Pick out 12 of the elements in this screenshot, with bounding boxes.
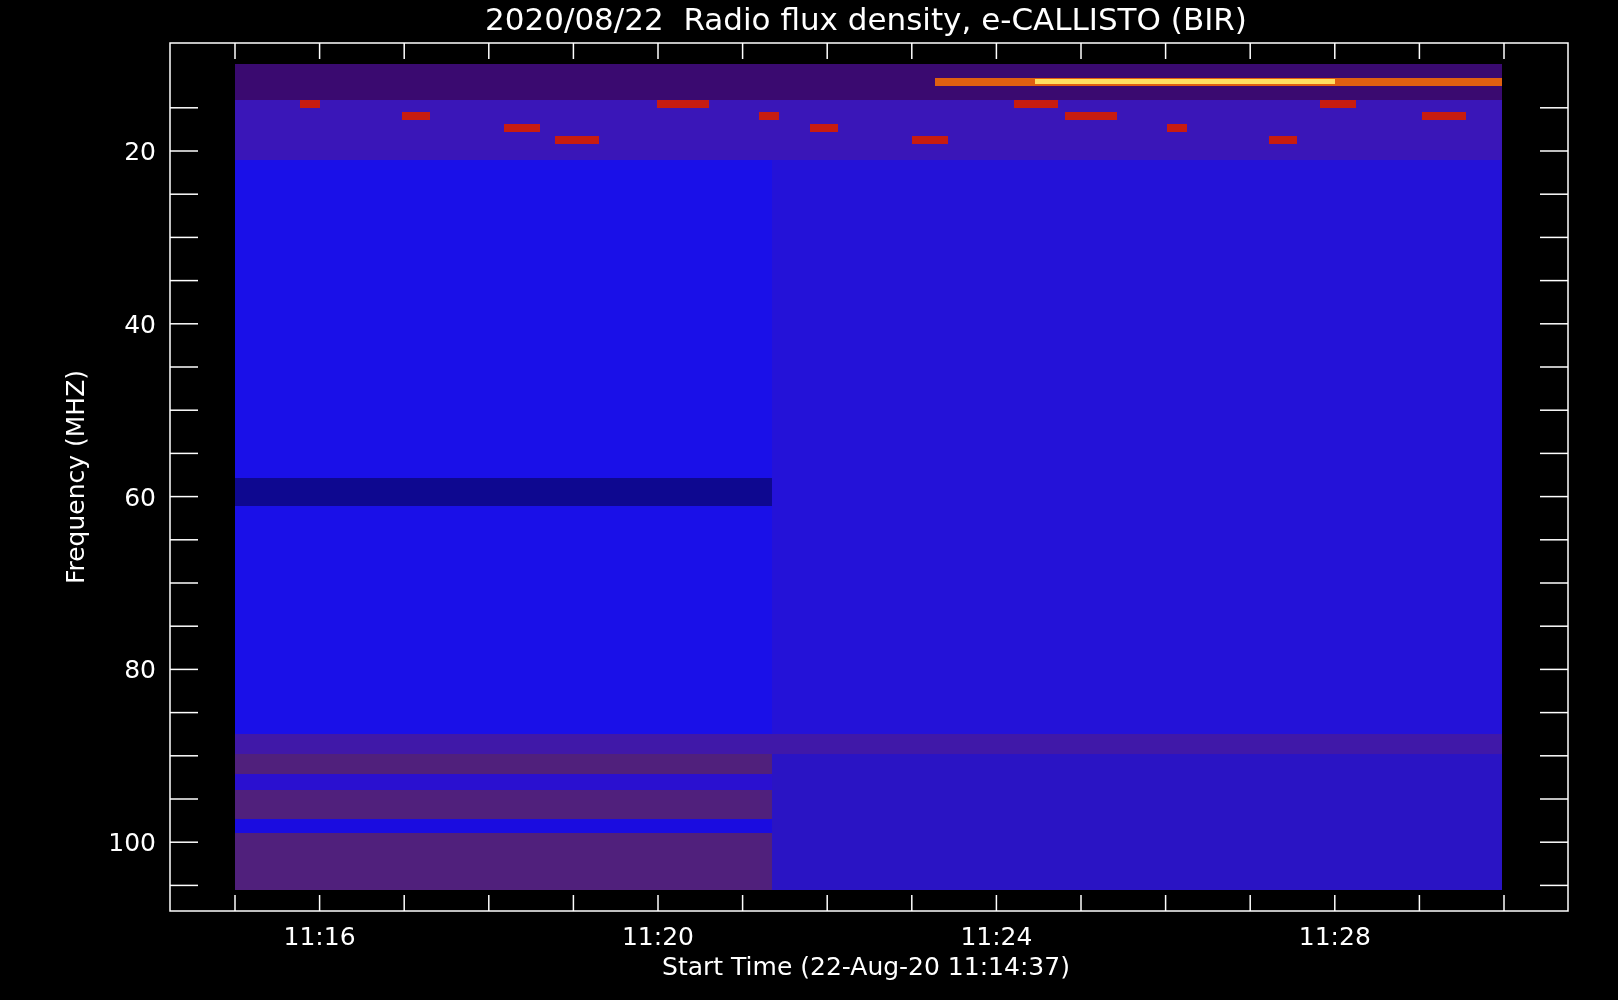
chart-title: 2020/08/22 Radio flux density, e-CALLISTO (BIR) — [485, 1, 1247, 37]
tick-label: 11:20 — [622, 922, 694, 951]
tick-label: 80 — [124, 655, 156, 685]
tick-label: 20 — [124, 137, 156, 166]
tick-label: 11:24 — [960, 922, 1033, 951]
tick-label: 60 — [124, 482, 156, 512]
tick-label: 100 — [108, 828, 156, 858]
tick-label: 11:28 — [1298, 922, 1371, 951]
tick-label: 40 — [124, 309, 156, 339]
axis-label: Frequency (MHZ) — [61, 369, 90, 585]
axis-label: Start Time (22-Aug-20 11:14:37) — [662, 952, 1070, 981]
tick-label: 11:16 — [283, 922, 356, 951]
